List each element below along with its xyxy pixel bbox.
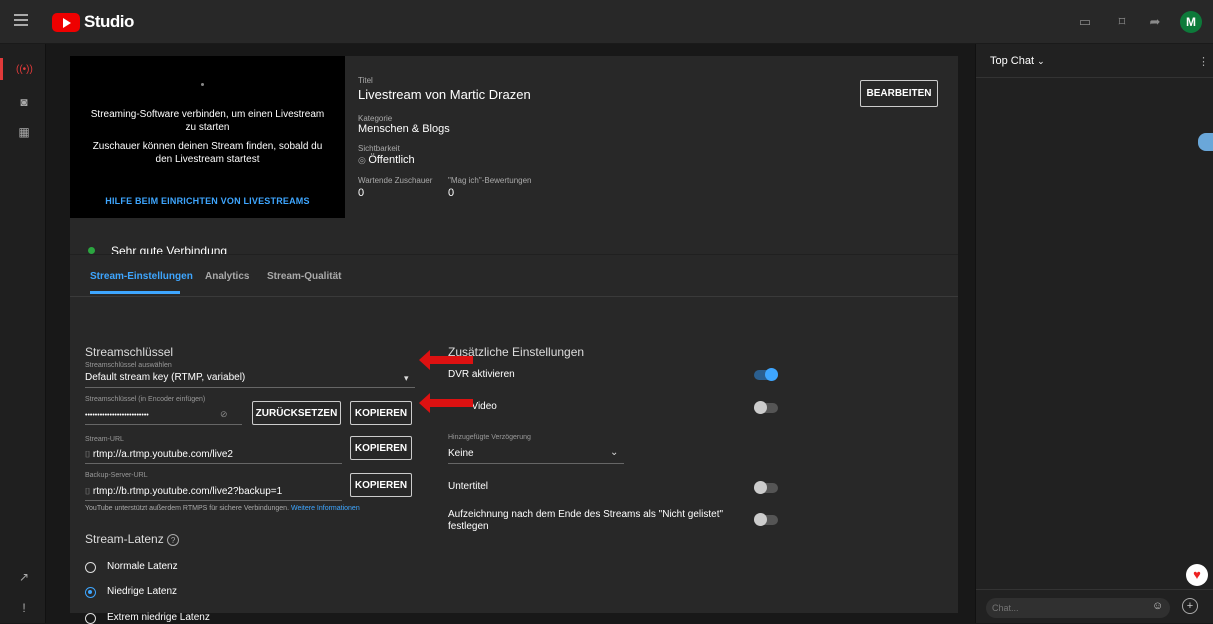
live-chat-panel: Top Chat ⌄ ⋮ ♥ ☺ +: [975, 44, 1213, 623]
live-icon[interactable]: ((•)): [16, 62, 33, 78]
more-options-icon[interactable]: ⋮: [1198, 55, 1209, 68]
dvr-label: DVR aktivieren: [448, 369, 515, 380]
low-latency-label: Niedrige Latenz: [107, 586, 178, 597]
hidden-eye-icon[interactable]: ⊘: [220, 409, 228, 420]
calendar-icon[interactable]: ▦: [16, 124, 32, 140]
lock-icon: ⌷: [85, 449, 93, 459]
tab-bar: Stream-Einstellungen Analytics Stream-Qu…: [70, 254, 958, 296]
key-select-label: Streamschlüssel auswählen: [85, 362, 172, 369]
heart-reaction-icon[interactable]: ♥: [1186, 564, 1208, 586]
rtmps-note: YouTube unterstützt außerdem RTMPS für s…: [85, 505, 360, 512]
chat-side-badge-icon[interactable]: [1198, 133, 1213, 151]
edit-button[interactable]: BEARBEITEN: [860, 80, 938, 107]
radio-normal-latency[interactable]: [85, 562, 96, 573]
title-label: Titel: [358, 76, 373, 85]
menu-icon[interactable]: [14, 14, 28, 26]
rtmps-link[interactable]: Weitere Informationen: [291, 505, 360, 512]
ultra-low-latency-label: Extrem niedrige Latenz: [107, 612, 210, 623]
subtitles-toggle[interactable]: [754, 481, 778, 494]
waiting-label: Wartende Zuschauer: [358, 176, 433, 185]
category-label: Kategorie: [358, 114, 393, 123]
stream-preview: Streaming-Software verbinden, um einen L…: [70, 56, 345, 218]
likes-value: 0: [448, 187, 455, 199]
delay-value[interactable]: Keine: [448, 448, 474, 459]
annotation-arrow-key: [419, 350, 473, 370]
emoji-icon[interactable]: ☺: [1152, 600, 1163, 612]
video-toggle[interactable]: [754, 401, 778, 414]
popout-icon[interactable]: ▭: [1076, 13, 1094, 31]
status-dot: [88, 247, 95, 254]
tab-analytics[interactable]: Analytics: [205, 271, 249, 282]
lock-icon-2: ⌷: [85, 486, 93, 496]
chat-footer: ☺ +: [976, 589, 1213, 623]
camera-icon[interactable]: ◙: [16, 94, 32, 110]
left-nav: ((•)) ◙ ▦ ↗ !: [0, 44, 46, 623]
reset-button[interactable]: ZURÜCKSETZEN: [252, 401, 341, 425]
feedback-icon[interactable]: !: [16, 600, 32, 616]
avatar[interactable]: M: [1180, 11, 1202, 33]
url-field[interactable]: ⌷ rtmp://a.rtmp.youtube.com/live2: [85, 449, 233, 460]
delay-label: Hinzugefügte Verzögerung: [448, 434, 531, 441]
copy-backup-button[interactable]: KOPIEREN: [350, 473, 412, 497]
tab-stream-quality[interactable]: Stream-Qualität: [267, 271, 341, 282]
unlisted-toggle[interactable]: [754, 513, 778, 526]
copy-key-button[interactable]: KOPIEREN: [350, 401, 412, 425]
radio-low-latency[interactable]: [85, 587, 96, 598]
chat-header: Top Chat ⌄ ⋮: [976, 44, 1213, 78]
key-field-label: Streamschlüssel (in Encoder einfügen): [85, 396, 206, 403]
subtitles-label: Untertitel: [448, 481, 489, 492]
visibility-value: ◎ Öffentlich: [358, 154, 415, 166]
brand-name: Studio: [84, 12, 134, 31]
url-underline: [85, 463, 342, 464]
dropdown-arrow-icon[interactable]: ▾: [404, 373, 409, 384]
preview-text-2: Zuschauer können deinen Stream finden, s…: [92, 141, 323, 165]
key-field-underline: [85, 424, 242, 425]
preview-text-1: Streaming-Software verbinden, um einen L…: [90, 109, 325, 133]
normal-latency-label: Normale Latenz: [107, 561, 178, 572]
chat-mode-selector[interactable]: Top Chat ⌄: [990, 55, 1045, 67]
likes-label: "Mag ich"-Bewertungen: [448, 176, 532, 185]
active-tab-underline: [90, 291, 180, 294]
latency-heading: Stream-Latenz ?: [85, 532, 180, 546]
backup-field[interactable]: ⌷ rtmp://b.rtmp.youtube.com/live2?backup…: [85, 486, 282, 497]
chevron-down-icon: ⌄: [1037, 56, 1045, 66]
main-content: Streaming-Software verbinden, um einen L…: [56, 44, 971, 624]
stream-key-heading: Streamschlüssel: [85, 345, 174, 359]
delay-chevron-icon[interactable]: ⌄: [610, 447, 618, 458]
help-icon[interactable]: ?: [167, 534, 180, 546]
copy-url-button[interactable]: KOPIEREN: [350, 436, 412, 460]
stream-title: Livestream von Martic Drazen: [358, 87, 531, 102]
key-select-value[interactable]: Default stream key (RTMP, variabel): [85, 372, 245, 383]
bookmark-icon[interactable]: ⌑: [1113, 13, 1131, 31]
radio-ultra-low-latency[interactable]: [85, 613, 96, 624]
help-link[interactable]: HILFE BEIM EINRICHTEN VON LIVESTREAMS: [85, 196, 330, 206]
chat-input[interactable]: [986, 598, 1170, 618]
external-link-icon[interactable]: ↗: [16, 569, 32, 585]
add-icon[interactable]: +: [1182, 598, 1198, 614]
backup-label: Backup-Server-URL: [85, 472, 148, 479]
key-select-underline: [85, 387, 415, 388]
backup-underline: [85, 500, 342, 501]
preview-dot: [201, 83, 204, 86]
top-bar: Studio ▭ ⌑ ➦ M: [0, 0, 1213, 44]
globe-icon: ◎: [358, 155, 369, 165]
visibility-label: Sichtbarkeit: [358, 144, 400, 153]
url-label: Stream-URL: [85, 436, 124, 443]
nav-active-indicator: [0, 58, 3, 80]
delay-underline: [448, 463, 624, 464]
studio-logo[interactable]: Studio: [52, 11, 134, 33]
unlisted-label: Aufzeichnung nach dem Ende des Streams a…: [448, 509, 724, 532]
stream-category: Menschen & Blogs: [358, 123, 450, 135]
annotation-arrow-url: [419, 393, 473, 413]
waiting-value: 0: [358, 187, 365, 199]
settings-panel: Streamschlüssel Streamschlüssel auswähle…: [70, 296, 958, 624]
share-icon[interactable]: ➦: [1146, 13, 1164, 31]
dvr-toggle[interactable]: [754, 368, 778, 381]
tab-stream-settings[interactable]: Stream-Einstellungen: [90, 271, 193, 282]
youtube-play-icon: [52, 12, 80, 32]
key-field-value[interactable]: ••••••••••••••••••••••••••: [85, 412, 149, 419]
